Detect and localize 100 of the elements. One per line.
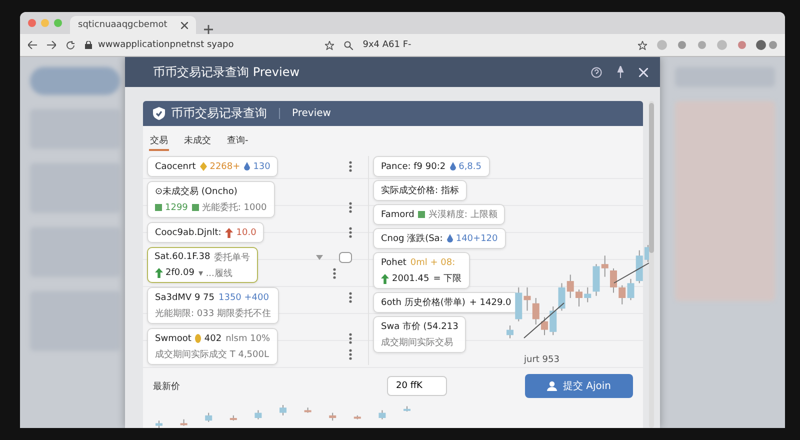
candle [576,289,582,307]
more-icon[interactable] [349,333,352,344]
candle [304,407,312,414]
square-icon [418,211,426,218]
card-text: 实际成交价格: 指标 [381,184,459,197]
candle [230,414,237,422]
candle [541,316,548,336]
arrow-up-icon [154,268,162,278]
candle [329,412,336,422]
dot-icon [195,334,202,343]
trade-card[interactable]: Swmoot 402 nlsm 10% 成交期间实际成交 T 4,500L [147,328,278,365]
star-icon[interactable] [638,40,647,50]
card-text: = 下限 [433,273,462,285]
trade-card[interactable]: Pohet 0ml + 08: 2001.45 = 下限 [373,252,470,289]
card-text: Famord [381,210,414,220]
drop-icon [450,162,456,171]
back-icon[interactable] [28,41,37,49]
card-text: Caocenrt [155,162,196,172]
value-text: 140+120 [456,234,498,244]
value-text: 0ml + 08: [410,258,456,268]
candle [354,414,361,420]
card-text: 402 [204,334,222,344]
square-icon [155,204,162,211]
card-text: + 1429.0 [469,298,512,308]
trend-line [614,262,650,284]
browser-tab[interactable]: sqticnuaaqgcbemot [70,16,196,34]
card-text: ⊙未成交易 (Oncho) [155,186,238,198]
card-text: 6oth 历史价格(带单) [381,296,466,309]
help-icon[interactable] [591,66,602,78]
value-text: 委托单号 [214,251,250,264]
arrow-up-icon [225,228,234,238]
trade-card[interactable]: Cnog 涨跌(Sa: 140+120 [373,228,506,249]
star-icon[interactable] [324,40,334,50]
value-text: 成交期间实际交易 [381,336,453,349]
address-text[interactable]: wwwapplicationpnetnst syapo [98,40,234,50]
candle [610,268,617,294]
shield-icon [153,107,165,120]
user-icon [546,381,557,391]
scrollbar-thumb[interactable] [649,103,654,253]
value-text: ▾ ...履线 [198,268,232,280]
candle [404,406,410,412]
trade-card[interactable]: Pance: f9 90:2 6,8.5 [373,156,490,177]
card-text: Swmoot [155,334,192,344]
diamond-icon [200,162,207,171]
card-text: Pohet [381,258,406,268]
price-field[interactable]: 20 ffK [387,376,447,396]
value-text: 兴漠精度: 上限额 [428,208,498,221]
reload-icon[interactable] [66,40,75,50]
trade-card[interactable]: Swa 市价 (54.213 成交期间实际交易 [373,316,466,353]
candle [280,404,286,416]
tab[interactable]: 未成交 [183,132,212,151]
trade-card[interactable]: Sa3dMV 9 75 1350 +400 光能期限: 033 期限委托不住 [147,287,279,324]
value-text: 1299 [165,202,188,212]
more-icon[interactable] [349,161,352,172]
card-text: Sat.60.1F.38 [154,252,210,262]
caret-icon [316,255,323,260]
modal-title: 币币交易记录查询 Preview [153,64,301,80]
extensions-drawing[interactable] [657,40,777,50]
chart-note: jurt 953 [524,355,560,365]
square-icon [192,204,199,211]
panel-subtitle: Preview [279,108,331,119]
more-icon[interactable] [349,292,352,303]
card-text: Cnog 涨跌(Sa: [381,232,443,245]
value-text: 2001.45 [392,274,430,284]
lock-icon [85,41,92,49]
trade-card[interactable]: ⊙未成交易 (Oncho) 1299 光能委托: 1000 [147,181,275,218]
more-icon[interactable] [349,349,352,360]
value-text: 6,8.5 [458,162,482,172]
candle [378,410,386,420]
drop-icon [244,162,250,171]
value-text: 1350 +400 [218,292,269,302]
candle [254,410,262,420]
checkbox-icon[interactable] [339,252,352,263]
card-text: Cooc9ab.Djnlt: [155,228,222,238]
drop-icon [446,234,453,243]
more-icon[interactable] [349,202,352,213]
search-icon[interactable] [344,40,353,50]
panel-title: 币币交易记录查询 [171,105,267,122]
close-icon[interactable] [181,22,188,28]
trade-card[interactable]: 实际成交价格: 指标 [373,180,467,201]
tab[interactable]: 查询- [226,132,250,151]
trade-card[interactable]: Famord 兴漠精度: 上限额 [373,204,506,225]
value-text: nlsm 10% [226,334,270,344]
card-text: Sa3dMV 9 75 [155,292,214,302]
candle [180,418,188,426]
trade-card[interactable]: Caocenrt 2268+ 130 [147,156,278,177]
candle [156,420,162,428]
forward-icon[interactable] [47,41,56,49]
candle [506,325,514,339]
trend-line [524,302,564,338]
more-icon[interactable] [349,227,352,238]
trade-card[interactable]: Sat.60.1F.38 委托单号 2f0.09 ▾ ...履线 [147,247,258,283]
more-icon[interactable] [332,268,336,279]
arrow-up-icon [381,274,389,284]
pin-icon[interactable] [616,66,625,78]
trade-card[interactable]: Cooc9ab.Djnlt: 10.0 [147,222,264,243]
value-text: 130 [253,162,270,172]
plus-icon[interactable] [204,25,214,34]
submit-button[interactable]: 提交 Ajoin [525,374,633,398]
card-text: Swa 市价 (54.213 [381,320,458,333]
